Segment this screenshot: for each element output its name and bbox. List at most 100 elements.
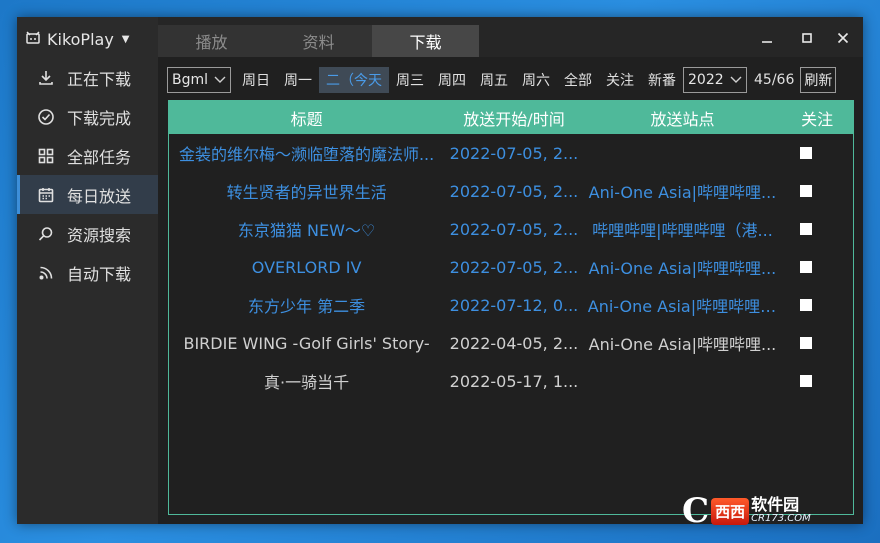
- sidebar-item-daily-broadcast[interactable]: 每日放送: [17, 175, 158, 214]
- watermark-badge: 西西: [711, 497, 750, 525]
- follow-checkbox[interactable]: [800, 337, 813, 349]
- cell-time: 2022-07-05, 2...: [449, 219, 579, 239]
- cell-site: Ani-One Asia|哔哩哔哩...: [588, 335, 777, 354]
- sidebar-item-auto-download[interactable]: 自动下载: [17, 253, 158, 292]
- column-header-time[interactable]: 放送开始/时间: [444, 106, 584, 130]
- cell-follow: [781, 375, 853, 387]
- table-header: 标题 放送开始/时间 放送站点 关注: [169, 101, 853, 134]
- sidebar-item-label: 正在下载: [67, 69, 132, 89]
- top-tabs: 播放 资料 下载: [158, 25, 479, 57]
- source-select[interactable]: Bgml: [167, 67, 231, 93]
- filter-toolbar: Bgml 周日 周一 二（今天 周三 周四 周五 周六 全部 关注 新番 202…: [167, 67, 837, 93]
- filter-followed[interactable]: 关注: [599, 67, 641, 93]
- watermark-logo-icon: C: [682, 491, 710, 531]
- sidebar-item-resource-search[interactable]: 资源搜索: [17, 214, 158, 253]
- cell-follow: [781, 147, 853, 159]
- sidebar-item-all-tasks[interactable]: 全部任务: [17, 136, 158, 175]
- cell-time: 2022-07-05, 2...: [449, 181, 579, 201]
- cell-time: 2022-07-05, 2...: [449, 257, 579, 277]
- column-header-title[interactable]: 标题: [169, 106, 444, 130]
- sidebar-item-label: 资源搜索: [67, 225, 132, 245]
- watermark-text: 软件园: [751, 495, 800, 515]
- day-tuesday-today[interactable]: 二（今天: [319, 67, 389, 93]
- table-row[interactable]: 转生贤者的异世界生活 2022-07-05, 2... Ani-One Asia|哔…: [169, 172, 853, 210]
- chevron-down-icon: ▼: [121, 33, 130, 45]
- app-title: KikoPlay: [47, 29, 114, 49]
- follow-checkbox[interactable]: [800, 261, 813, 273]
- table-row[interactable]: 东方少年 第二季 2022-07-12, 0... Ani-One Asia|哔哩哔…: [169, 286, 853, 324]
- broadcast-table: 标题 放送开始/时间 放送站点 关注 金装的维尔梅～濒临堕落的魔法师... 202…: [168, 100, 854, 515]
- follow-checkbox[interactable]: [800, 375, 813, 387]
- app-logo-icon: [25, 29, 41, 49]
- cell-follow: [781, 337, 853, 349]
- sidebar-item-label: 每日放送: [67, 186, 132, 206]
- minimize-icon: [762, 41, 772, 43]
- table-row[interactable]: 真·一骑当千 2022-05-17, 1...: [169, 362, 853, 400]
- maximize-icon: [802, 33, 812, 43]
- watermark-text-group: 软件园 CR173.COM: [751, 497, 811, 524]
- sidebar-item-label: 自动下载: [67, 264, 132, 284]
- cell-title: 真·一骑当千: [264, 373, 350, 392]
- sidebar: KikoPlay ▼ 正在下载 下载完成 全部任务 每日放送 资源搜索 自动下载: [17, 17, 158, 524]
- table-row[interactable]: 金装的维尔梅～濒临堕落的魔法师... 2022-07-05, 2...: [169, 134, 853, 172]
- day-sunday[interactable]: 周日: [235, 67, 277, 93]
- minimize-button[interactable]: [752, 26, 782, 50]
- cell-title: 东方少年 第二季: [248, 297, 366, 316]
- follow-checkbox[interactable]: [800, 299, 813, 311]
- tab-play[interactable]: 播放: [158, 25, 265, 57]
- sidebar-nav: 正在下载 下载完成 全部任务 每日放送 资源搜索 自动下载: [17, 58, 158, 292]
- cell-time: 2022-04-05, 2...: [449, 333, 579, 353]
- close-button[interactable]: [828, 26, 858, 50]
- chevron-down-icon: [730, 72, 742, 88]
- table-body: 金装的维尔梅～濒临堕落的魔法师... 2022-07-05, 2... 转生贤者的异…: [169, 134, 853, 400]
- item-count: 45/66: [754, 72, 795, 88]
- column-header-follow[interactable]: 关注: [781, 106, 853, 130]
- filter-all[interactable]: 全部: [557, 67, 599, 93]
- cell-time: 2022-07-12, 0...: [449, 295, 579, 315]
- cell-title: BIRDIE WING -Golf Girls' Story-: [183, 333, 430, 353]
- day-friday[interactable]: 周五: [473, 67, 515, 93]
- table-row[interactable]: 东京猫猫 NEW～♡ 2022-07-05, 2... 哔哩哔哩|哔哩哔哩（港...: [169, 210, 853, 248]
- cell-title: OVERLORD IV: [251, 257, 362, 277]
- close-icon: [837, 32, 849, 44]
- year-select[interactable]: 2022: [683, 67, 747, 93]
- search-icon: [37, 225, 55, 243]
- follow-checkbox[interactable]: [800, 185, 813, 197]
- cell-follow: [781, 261, 853, 273]
- check-circle-icon: [37, 108, 55, 126]
- cell-time: 2022-05-17, 1...: [449, 371, 579, 391]
- day-monday[interactable]: 周一: [277, 67, 319, 93]
- cell-time: 2022-07-05, 2...: [449, 143, 579, 163]
- calendar-icon: [37, 186, 55, 204]
- rss-icon: [37, 264, 55, 282]
- watermark-url: CR173.COM: [751, 513, 811, 525]
- maximize-button[interactable]: [792, 26, 822, 50]
- tab-library[interactable]: 资料: [265, 25, 372, 57]
- sidebar-item-label: 下载完成: [67, 108, 132, 128]
- grid-icon: [37, 147, 55, 165]
- table-row[interactable]: BIRDIE WING -Golf Girls' Story- 2022-04-0…: [169, 324, 853, 362]
- tab-download[interactable]: 下载: [372, 25, 479, 57]
- follow-checkbox[interactable]: [800, 147, 813, 159]
- cell-site: Ani-One Asia|哔哩哔哩|...: [587, 297, 781, 316]
- cell-title: 东京猫猫 NEW～♡: [237, 221, 376, 240]
- day-thursday[interactable]: 周四: [431, 67, 473, 93]
- filter-new-season[interactable]: 新番: [641, 67, 683, 93]
- column-header-site[interactable]: 放送站点: [584, 106, 781, 130]
- follow-checkbox[interactable]: [800, 223, 813, 235]
- refresh-button[interactable]: 刷新: [800, 67, 837, 93]
- day-wednesday[interactable]: 周三: [389, 67, 431, 93]
- day-saturday[interactable]: 周六: [515, 67, 557, 93]
- cell-site: Ani-One Asia|哔哩哔哩...: [588, 183, 777, 202]
- sidebar-item-completed[interactable]: 下载完成: [17, 97, 158, 136]
- cell-site: 哔哩哔哩|哔哩哔哩（港...: [592, 221, 773, 240]
- cell-title: 转生贤者的异世界生活: [226, 183, 387, 202]
- sidebar-item-label: 全部任务: [67, 147, 132, 167]
- app-title-menu[interactable]: KikoPlay ▼: [25, 26, 130, 52]
- download-icon: [37, 69, 55, 87]
- cell-follow: [781, 185, 853, 197]
- sidebar-item-downloading[interactable]: 正在下载: [17, 58, 158, 97]
- table-row[interactable]: OVERLORD IV 2022-07-05, 2... Ani-One Asia|…: [169, 248, 853, 286]
- cell-site: Ani-One Asia|哔哩哔哩...: [588, 259, 777, 278]
- cell-follow: [781, 299, 853, 311]
